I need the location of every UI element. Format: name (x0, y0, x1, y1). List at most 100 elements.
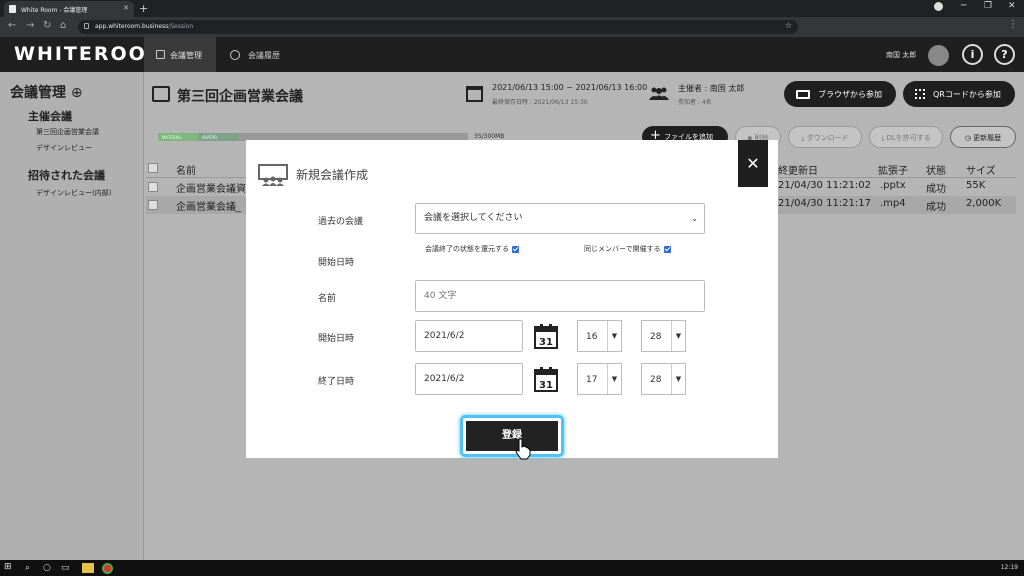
row-checkbox[interactable] (148, 200, 158, 210)
restore-state-checkbox[interactable]: 会議終了の状態を還元する (425, 244, 519, 254)
calendar-icon (466, 86, 483, 102)
end-date-input[interactable]: 2021/6/2 (415, 363, 523, 395)
calendar-icon[interactable]: 31 (534, 366, 558, 392)
help-icon[interactable]: ? (994, 44, 1015, 65)
allow-download-button[interactable]: ⤓ DLを許可する (869, 126, 943, 148)
dialog-close-button[interactable]: ✕ (738, 140, 768, 187)
url-bar[interactable]: app.whiteroom.business/Session ☆ (78, 20, 798, 34)
join-qr-button[interactable]: QRコードから参加 (903, 81, 1015, 107)
column-size[interactable]: サイズ (966, 162, 996, 177)
end-minute-value: 28 (650, 375, 662, 385)
new-tab-button[interactable]: + (139, 2, 148, 15)
name-input[interactable] (415, 280, 705, 312)
end-hour-value: 17 (586, 375, 598, 385)
forward-arrow-icon[interactable]: → (26, 20, 34, 31)
chevron-down-icon: ⌄ (691, 214, 698, 223)
app-header: WHITEROOM 会議管理 会議履歴 南国 太郎 i ? (0, 37, 1024, 72)
column-extension[interactable]: 拡張子 (878, 162, 908, 177)
lock-icon (84, 23, 89, 29)
windows-start-icon[interactable]: ⊞ (4, 562, 12, 572)
hand-cursor-icon (515, 438, 531, 460)
task-view-icon[interactable]: ▭ (61, 563, 70, 573)
search-icon[interactable]: ⌕ (25, 563, 30, 573)
window-close-button[interactable]: ✕ (1008, 1, 1016, 11)
calendar-day: 31 (539, 380, 553, 391)
avatar-segment: AVATAR (198, 133, 238, 141)
maximize-button[interactable]: ❐ (984, 1, 992, 11)
select-all-checkbox[interactable] (148, 163, 158, 173)
file-explorer-icon[interactable] (82, 563, 94, 573)
history-icon: ◷ (964, 134, 974, 142)
file-size: 2,000K (966, 198, 1002, 209)
start-minute-select[interactable]: 28 ▼ (641, 320, 686, 352)
minimize-button[interactable]: ─ (961, 1, 966, 11)
laptop-icon (796, 90, 810, 99)
join-browser-button[interactable]: ブラウザから参加 (784, 81, 896, 107)
register-button[interactable]: 登録 (466, 421, 558, 451)
info-icon[interactable]: i (962, 44, 983, 65)
profile-icon[interactable] (934, 2, 943, 11)
dialog-title: 新規会議作成 (296, 168, 369, 182)
same-members-checkbox[interactable]: 同じメンバーで開催する (584, 244, 671, 254)
allow-download-label: DLを許可する (886, 134, 931, 142)
dropdown-arrow-icon: ▼ (671, 364, 685, 394)
nav-meeting-history[interactable]: 会議履歴 (222, 37, 280, 72)
meeting-date-range: 2021/06/13 15:00 ~ 2021/06/13 16:00 (492, 83, 648, 92)
tab-title: White Room - 会議管理 (21, 7, 88, 14)
checkbox-checked-icon (663, 245, 671, 253)
invited-heading: 招待された会議 (28, 169, 105, 182)
file-status: 成功 (926, 184, 946, 195)
column-name[interactable]: 名前 (176, 162, 196, 177)
dropdown-arrow-icon: ▼ (671, 321, 685, 351)
download-button[interactable]: ⤓ ダウンロード (788, 126, 862, 148)
material-segment: MATERIAL (158, 133, 198, 141)
browser-toolbar: ← → ↻ ⌂ app.whiteroom.business/Session ☆… (0, 17, 1024, 37)
tab-close-icon[interactable]: ✕ (123, 4, 129, 12)
sidebar-item-hosted[interactable]: 第三回企画営業会議 (36, 127, 99, 137)
history-icon (230, 50, 240, 60)
start-hour-select[interactable]: 16 ▼ (577, 320, 622, 352)
url-host: app.whiteroom.business (95, 23, 169, 30)
column-updated[interactable]: 終更新日 (778, 162, 818, 177)
start-date-value: 2021/6/2 (424, 331, 465, 341)
start-minute-value: 28 (650, 332, 662, 342)
reload-icon[interactable]: ↻ (43, 20, 51, 31)
past-meeting-select[interactable]: 会議を選択してください ⌄ (415, 203, 705, 234)
people-icon (649, 87, 669, 100)
sidebar-title: 会議管理 ⊕ (10, 82, 83, 102)
last-saved: 最終保存日時 : 2021/06/13 15:30 (492, 99, 588, 106)
download-label: ダウンロード (806, 134, 849, 142)
sidebar-item-invited[interactable]: デザインレビュー(内部) (36, 188, 111, 198)
chrome-icon[interactable] (102, 563, 113, 574)
calendar-icon[interactable]: 31 (534, 323, 558, 349)
start-date-input[interactable]: 2021/6/2 (415, 320, 523, 352)
avatar[interactable] (928, 45, 949, 66)
nav-label: 会議管理 (170, 51, 202, 60)
nav-meeting-management[interactable]: 会議管理 (144, 37, 216, 72)
end-minute-select[interactable]: 28 ▼ (641, 363, 686, 395)
cortana-icon[interactable]: ○ (43, 563, 51, 573)
bookmark-star-icon[interactable]: ☆ (785, 21, 792, 30)
user-name: 南国 太郎 (886, 51, 917, 59)
file-name: 企画営業会議_ (176, 202, 241, 213)
sidebar: 会議管理 ⊕ 主催会議 第三回企画営業会議 デザインレビュー 招待された会議 デ… (0, 72, 144, 560)
end-hour-select[interactable]: 17 ▼ (577, 363, 622, 395)
nav-label: 会議履歴 (248, 51, 280, 60)
end-date-value: 2021/6/2 (424, 374, 465, 384)
browser-menu-icon[interactable]: ⋮ (1008, 19, 1018, 30)
dropdown-arrow-icon: ▼ (607, 321, 621, 351)
row-checkbox[interactable] (148, 182, 158, 192)
back-arrow-icon[interactable]: ← (8, 20, 16, 31)
start-datetime-label: 開始日時 (318, 258, 355, 268)
start-hour-value: 16 (586, 332, 598, 342)
update-history-button[interactable]: ◷ 更新履歴 (950, 126, 1016, 148)
sidebar-item-hosted[interactable]: デザインレビュー (36, 143, 92, 153)
column-status[interactable]: 状態 (926, 162, 946, 177)
page-title: 第三回企画営業会議 (177, 89, 303, 105)
storage-usage: 35/300MB (474, 133, 505, 140)
add-meeting-icon[interactable]: ⊕ (71, 85, 83, 101)
browser-tab[interactable]: White Room - 会議管理 ✕ (4, 1, 134, 17)
restore-state-label: 会議終了の状態を還元する (425, 245, 509, 253)
home-icon[interactable]: ⌂ (60, 20, 66, 31)
file-updated: 21/04/30 11:21:02 (778, 180, 872, 191)
